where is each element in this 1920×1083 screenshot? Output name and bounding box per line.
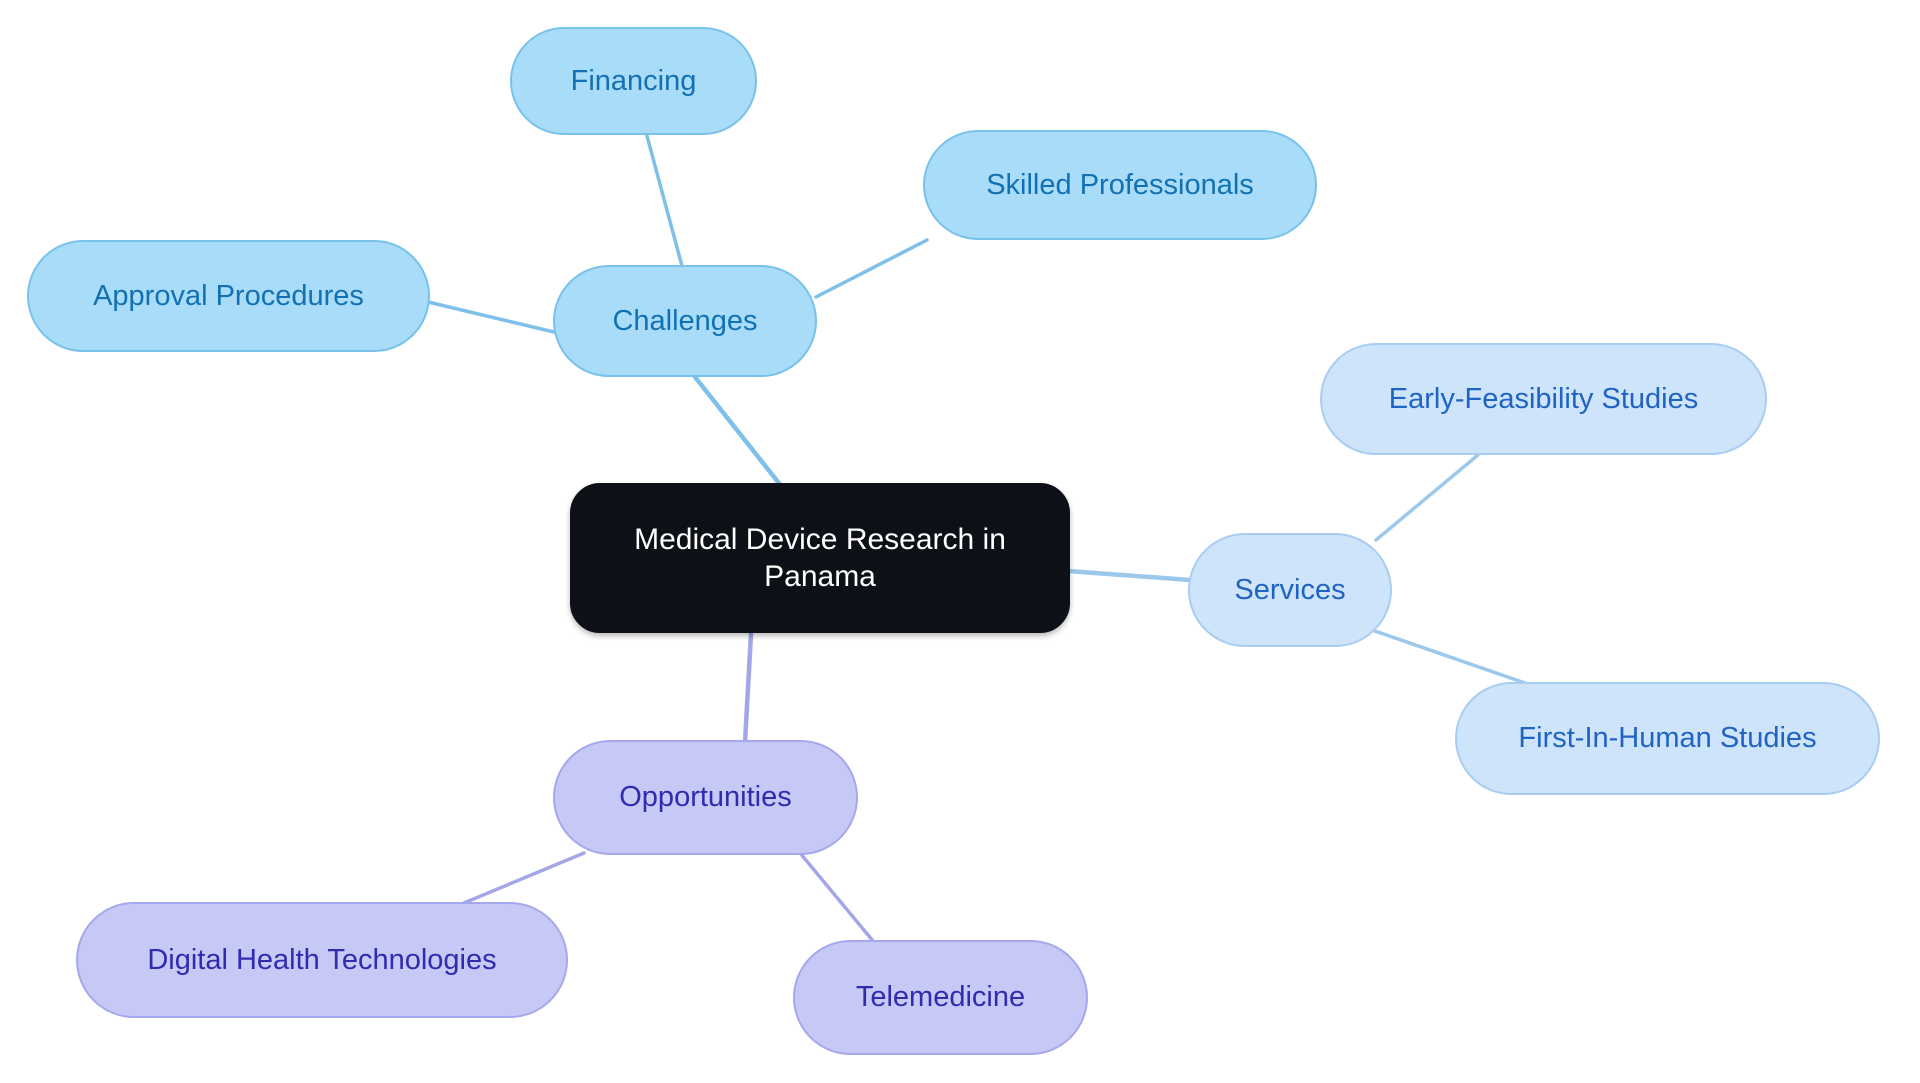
edge-root-opportunities (742, 631, 754, 745)
edge-challenges-approval (426, 300, 556, 334)
node-challenges-label: Challenges (612, 304, 758, 337)
node-first-in-human-studies-label: First-In-Human Studies (1518, 722, 1817, 755)
node-root-label: Medical Device Research in Panama (634, 522, 1006, 594)
node-early-feasibility-studies[interactable]: Early-Feasibility Studies (1320, 343, 1767, 455)
mindmap-canvas: Financing Skilled Professionals Approval… (0, 0, 1920, 1083)
node-first-in-human-studies[interactable]: First-In-Human Studies (1455, 682, 1880, 795)
node-opportunities-label: Opportunities (619, 781, 792, 814)
node-approval-procedures-label: Approval Procedures (93, 279, 364, 312)
node-early-feasibility-studies-label: Early-Feasibility Studies (1388, 382, 1699, 415)
node-root[interactable]: Medical Device Research in Panama (570, 483, 1070, 633)
edge-challenges-financing (645, 134, 684, 268)
edge-opportunities-dht (462, 851, 586, 905)
node-digital-health-technologies-label: Digital Health Technologies (147, 943, 497, 976)
edge-root-challenges (692, 374, 785, 490)
edge-services-early (1374, 453, 1480, 542)
node-telemedicine-label: Telemedicine (855, 981, 1026, 1014)
node-financing[interactable]: Financing (510, 27, 757, 135)
node-financing-label: Financing (570, 64, 697, 97)
edge-root-services (1065, 568, 1193, 583)
node-telemedicine[interactable]: Telemedicine (793, 940, 1088, 1055)
edge-services-fih (1370, 628, 1530, 686)
node-challenges[interactable]: Challenges (553, 265, 817, 377)
node-skilled-professionals-label: Skilled Professionals (986, 168, 1254, 201)
node-skilled-professionals[interactable]: Skilled Professionals (923, 130, 1317, 240)
node-services-label: Services (1234, 573, 1346, 606)
node-opportunities[interactable]: Opportunities (553, 740, 858, 855)
edge-opportunities-tele (798, 851, 875, 943)
node-digital-health-technologies[interactable]: Digital Health Technologies (76, 902, 568, 1018)
edge-challenges-skilled (814, 238, 929, 299)
node-approval-procedures[interactable]: Approval Procedures (27, 240, 430, 352)
node-services[interactable]: Services (1188, 533, 1392, 647)
